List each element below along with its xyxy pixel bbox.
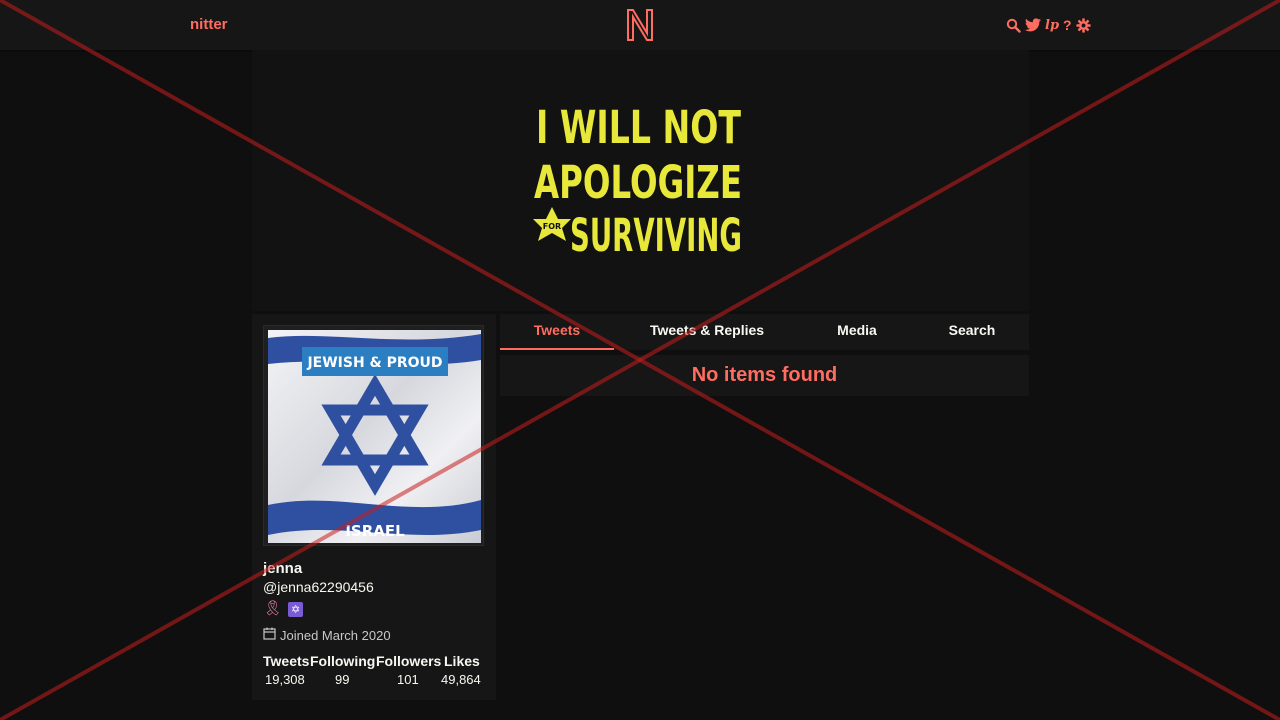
calendar-icon xyxy=(263,627,276,643)
stat-value: 99 xyxy=(335,672,350,687)
banner-line-2: APOLOGIZE xyxy=(534,156,742,209)
profile-username[interactable]: @jenna62290456 xyxy=(263,579,374,595)
nav-icons: lp ? xyxy=(1006,16,1091,34)
twitter-bird-icon[interactable] xyxy=(1025,16,1041,34)
profile-joined: Joined March 2020 xyxy=(263,627,391,643)
profile-bio: 🎗 ✡ xyxy=(263,600,304,617)
tab-media[interactable]: Media xyxy=(814,314,900,350)
stat-value: 19,308 xyxy=(265,672,305,687)
stat-label: Likes xyxy=(444,653,480,669)
help-icon[interactable]: ? xyxy=(1063,16,1072,34)
lp-icon[interactable]: lp xyxy=(1045,16,1059,34)
gear-icon[interactable] xyxy=(1075,16,1091,34)
stat-label: Followers xyxy=(376,653,442,669)
banner-image: I WILL NOT APOLOGIZE SURVIVING FOR xyxy=(533,101,742,260)
avatar-frame[interactable]: JEWISH & PROUD ISRAEL xyxy=(263,325,484,546)
tab-tweets[interactable]: Tweets xyxy=(500,314,614,350)
profile-card: JEWISH & PROUD ISRAEL jenna @jenna622904… xyxy=(252,314,496,700)
navbar: nitter lp ? xyxy=(0,0,1280,50)
banner-badge-text: FOR xyxy=(543,222,561,231)
stat-value: 101 xyxy=(397,672,419,687)
nitter-logo-icon[interactable] xyxy=(624,7,656,43)
joined-text: Joined March 2020 xyxy=(280,627,391,643)
profile-fullname[interactable]: jenna xyxy=(263,560,302,577)
profile-banner[interactable]: I WILL NOT APOLOGIZE SURVIVING FOR xyxy=(252,50,1029,311)
brand-link[interactable]: nitter xyxy=(190,16,228,33)
avatar[interactable]: JEWISH & PROUD ISRAEL xyxy=(268,330,481,543)
timeline-tabs: Tweets Tweets & Replies Media Search xyxy=(500,314,1029,350)
stat-likes[interactable]: Likes 49,864 xyxy=(441,653,481,687)
banner-line-1: I WILL NOT xyxy=(536,101,741,154)
banner-line-3: SURVIVING xyxy=(570,209,742,260)
tab-tweets-replies[interactable]: Tweets & Replies xyxy=(633,314,781,350)
stat-followers[interactable]: Followers 101 xyxy=(376,653,441,687)
tab-search[interactable]: Search xyxy=(929,314,1015,350)
timeline-empty-message: No items found xyxy=(500,355,1029,396)
ribbon-icon: 🎗 xyxy=(263,600,283,617)
stat-tweets[interactable]: Tweets 19,308 xyxy=(263,653,309,687)
stat-following[interactable]: Following 99 xyxy=(310,653,375,687)
yellow-star-icon: FOR xyxy=(533,207,571,241)
stat-value: 49,864 xyxy=(441,672,481,687)
search-icon[interactable] xyxy=(1006,16,1021,34)
avatar-badge-text: JEWISH & PROUD xyxy=(306,355,442,371)
star-of-david-icon: ✡ xyxy=(288,601,304,617)
avatar-caption: ISRAEL xyxy=(345,522,405,540)
stat-label: Tweets xyxy=(263,653,310,669)
stat-label: Following xyxy=(310,653,376,669)
